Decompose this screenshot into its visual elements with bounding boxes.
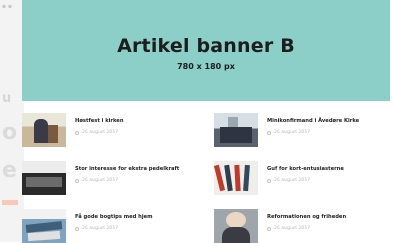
article-item[interactable]: Guf for kort-entusiasterne 26 august 201… bbox=[214, 161, 390, 195]
article-thumbnail[interactable] bbox=[214, 161, 258, 195]
clock-icon bbox=[267, 130, 271, 135]
article-item[interactable]: Reformationen og friheden 26 august 2017 bbox=[214, 209, 390, 243]
article-date-text: 26 august 2017 bbox=[274, 130, 311, 135]
article-title[interactable]: Få gode bogtips med hjem bbox=[75, 214, 153, 220]
article-list: Høstfest i kirken 26 august 2017 Minikon… bbox=[22, 113, 390, 243]
clock-icon bbox=[267, 226, 271, 231]
background-accent bbox=[2, 200, 18, 205]
clock-icon bbox=[75, 130, 79, 135]
background-text: u bbox=[2, 91, 12, 106]
article-banner[interactable]: Artikel banner B 780 x 180 px bbox=[22, 0, 390, 101]
article-date: 26 august 2017 bbox=[75, 178, 179, 183]
clock-icon bbox=[267, 178, 271, 183]
clock-icon bbox=[75, 226, 79, 231]
article-date: 26 august 2017 bbox=[267, 178, 344, 183]
article-date: 26 august 2017 bbox=[75, 130, 124, 135]
article-date-text: 26 august 2017 bbox=[82, 178, 119, 183]
article-thumbnail[interactable] bbox=[214, 113, 258, 147]
background-text: o bbox=[2, 120, 18, 145]
banner-title: Artikel banner B bbox=[117, 34, 295, 57]
article-title[interactable]: Reformationen og friheden bbox=[267, 214, 346, 220]
background-text: ▪ ▪ bbox=[2, 3, 13, 10]
background-text: e bbox=[2, 158, 17, 183]
article-thumbnail[interactable] bbox=[22, 161, 66, 195]
article-thumbnail[interactable] bbox=[214, 209, 258, 243]
article-date-text: 26 august 2017 bbox=[274, 226, 311, 231]
article-thumbnail[interactable] bbox=[22, 209, 66, 243]
article-date-text: 26 august 2017 bbox=[82, 130, 119, 135]
article-title[interactable]: Stor interesse for ekstra pedelkraft bbox=[75, 166, 179, 172]
article-thumbnail[interactable] bbox=[22, 113, 66, 147]
background-page-strip: ▪ ▪ u o e bbox=[0, 0, 24, 242]
article-item[interactable]: Høstfest i kirken 26 august 2017 bbox=[22, 113, 198, 147]
article-item[interactable]: Få gode bogtips med hjem 26 august 2017 bbox=[22, 209, 198, 243]
article-title[interactable]: Minikonfirmand i Ävedøre Kirke bbox=[267, 118, 359, 124]
article-date: 26 august 2017 bbox=[267, 130, 359, 135]
article-date: 26 august 2017 bbox=[267, 226, 346, 231]
article-item[interactable]: Stor interesse for ekstra pedelkraft 26 … bbox=[22, 161, 198, 195]
article-date-text: 26 august 2017 bbox=[82, 226, 119, 231]
article-date-text: 26 august 2017 bbox=[274, 178, 311, 183]
clock-icon bbox=[75, 178, 79, 183]
article-item[interactable]: Minikonfirmand i Ävedøre Kirke 26 august… bbox=[214, 113, 390, 147]
article-title[interactable]: Høstfest i kirken bbox=[75, 118, 124, 124]
article-title[interactable]: Guf for kort-entusiasterne bbox=[267, 166, 344, 172]
banner-size-label: 780 x 180 px bbox=[177, 61, 235, 71]
article-date: 26 august 2017 bbox=[75, 226, 153, 231]
